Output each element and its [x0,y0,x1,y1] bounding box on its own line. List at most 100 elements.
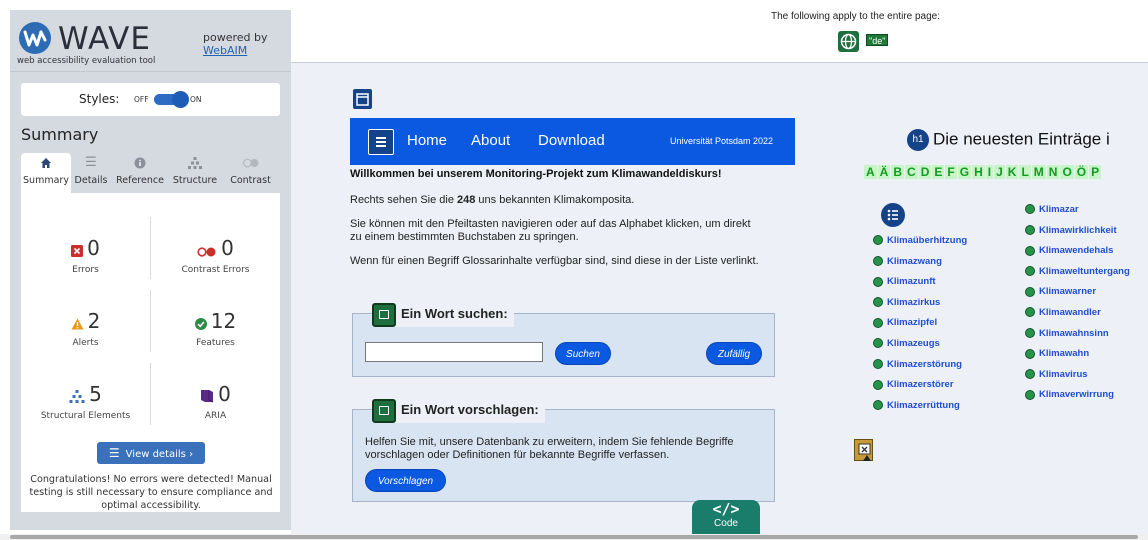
suggest-legend: Ein Wort vorschlagen: [372,397,545,423]
term-status-icon [873,379,883,390]
term-link[interactable]: Klimazerstörer [873,379,954,390]
term-label: Klimazipfel [887,317,938,329]
term-link[interactable]: Klimazerstörung [873,359,962,370]
term-status-icon [1025,225,1035,236]
search-input[interactable] [365,342,543,362]
errors-label: Errors [72,265,99,275]
alerts-stat[interactable]: 2 Alerts [21,308,150,348]
list-icon[interactable] [881,203,905,227]
term-link[interactable]: Klimazirkus [873,297,940,308]
term-link[interactable]: Klimawandler [1025,307,1101,318]
alphabet-letter[interactable]: J [994,165,1005,179]
term-link[interactable]: Klimawirklichkeit [1025,225,1117,236]
suggest-fieldset: Ein Wort vorschlagen: Helfen Sie mit, un… [352,397,775,502]
globe-icon[interactable] [838,31,859,52]
term-link[interactable]: Klimazerrüttung [873,400,960,411]
term-link[interactable]: Klimaüberhitzung [873,235,967,246]
wave-header: WAVE web accessibility evaluation tool p… [10,10,291,72]
alphabet-letter[interactable]: M [1031,165,1046,179]
contrast-errors-count: 0 [221,236,234,260]
contrast-errors-label: Contrast Errors [181,265,250,275]
contrast-errors-stat[interactable]: 0 Contrast Errors [151,235,280,275]
language-badge[interactable]: "de" [866,34,889,46]
alphabet-letter[interactable]: Ä [877,165,891,179]
term-label: Klimawirklichkeit [1039,224,1117,236]
nav-download[interactable]: Download [538,132,605,149]
alphabet-letter[interactable]: F [945,165,957,179]
alphabet-letter[interactable]: K [1005,165,1019,179]
intro-title: Willkommen bei unserem Monitoring-Projek… [350,168,722,180]
term-status-icon [1025,286,1035,297]
term-link[interactable]: Klimazeugs [873,338,940,349]
navigation-icon[interactable] [368,129,394,155]
search-button[interactable]: Suchen [555,342,611,365]
term-link[interactable]: Klimazipfel [873,317,937,328]
contrast-icon [221,153,280,173]
term-link[interactable]: Klimaweltuntergang [1025,266,1130,277]
term-label: Klimawahnsinn [1039,327,1109,339]
term-link[interactable]: Klimazwang [873,256,942,267]
tab-reference[interactable]: Reference [111,153,169,193]
alphabet-letter[interactable]: Ö [1074,165,1089,179]
horizontal-scrollbar[interactable] [0,534,1148,540]
alphabet-letter[interactable]: D [918,165,932,179]
tab-label: Reference [116,175,164,186]
alphabet-letter[interactable]: N [1046,165,1060,179]
structure-icon [69,383,85,409]
tab-label: Contrast [230,175,271,186]
code-icon: </> [712,500,740,518]
alphabet-letter[interactable]: H [972,165,985,179]
intro-paragraph-navigation: Sie können mit den Pfeiltasten navigiere… [350,218,751,243]
alphabet-nav: AÄBCDEFGHIJKLMNOÖP [864,165,1102,179]
structural-stat[interactable]: 5 Structural Elements [21,381,150,421]
code-tab-label: Code [714,518,738,529]
styles-toggle[interactable] [154,91,189,108]
term-link[interactable]: Klimaverwirrung [1025,389,1114,400]
tab-structure[interactable]: Structure [169,153,221,193]
powered-by-label: powered by [203,31,268,44]
term-link[interactable]: Klimawahn [1025,348,1089,359]
entry-count: 248 [457,194,476,206]
code-toggle-tab[interactable]: </> Code [692,500,760,534]
nav-about[interactable]: About [471,132,510,149]
alphabet-letter[interactable]: O [1060,165,1074,179]
styles-off-label: OFF [134,95,149,104]
suggest-button[interactable]: Vorschlagen [365,469,446,492]
tab-label: Summary [23,175,69,186]
aria-stat[interactable]: 0 ARIA [151,381,280,421]
wave-powered-by: powered by WebAIM [203,31,268,57]
term-link[interactable]: Klimawendehals [1025,245,1113,256]
tab-summary[interactable]: Summary [21,153,71,193]
suggest-legend-label: Ein Wort vorschlagen: [401,402,539,417]
features-stat[interactable]: 12 Features [151,308,280,348]
random-button[interactable]: Zufällig [706,342,762,365]
structure-icon[interactable] [353,89,372,109]
scrollbar-thumb[interactable] [10,535,1138,539]
alert-icon[interactable] [854,439,873,461]
tab-details[interactable]: ☰ Details [71,153,111,193]
term-link[interactable]: Klimazunft [873,276,936,287]
errors-stat[interactable]: 0 Errors [21,235,150,275]
alphabet-letter[interactable]: G [957,165,972,179]
term-link[interactable]: Klimavirus [1025,369,1088,380]
term-link[interactable]: Klimawahnsinn [1025,328,1109,339]
term-status-icon [1025,369,1035,380]
alphabet-letter[interactable]: C [905,165,918,179]
term-link[interactable]: Klimazar [1025,204,1079,215]
webaim-link[interactable]: WebAIM [203,44,268,57]
alphabet-letter[interactable]: I [985,165,994,179]
alphabet-letter[interactable]: B [891,165,905,179]
nav-home[interactable]: Home [407,132,447,149]
term-label: Klimawahn [1039,348,1090,360]
term-link[interactable]: Klimawarner [1025,286,1096,297]
view-details-button[interactable]: ☰ View details › [97,442,205,464]
term-label: Klimavirus [1039,368,1088,380]
alphabet-letter[interactable]: E [932,165,945,179]
congrats-message: Congratulations! No errors were detected… [29,474,273,511]
term-status-icon [873,359,883,370]
tab-contrast[interactable]: Contrast [221,153,280,193]
h1-icon[interactable]: h1 [907,129,929,151]
alphabet-letter[interactable]: L [1019,165,1031,179]
alphabet-letter[interactable]: A [864,165,877,179]
alphabet-letter[interactable]: P [1089,165,1102,179]
